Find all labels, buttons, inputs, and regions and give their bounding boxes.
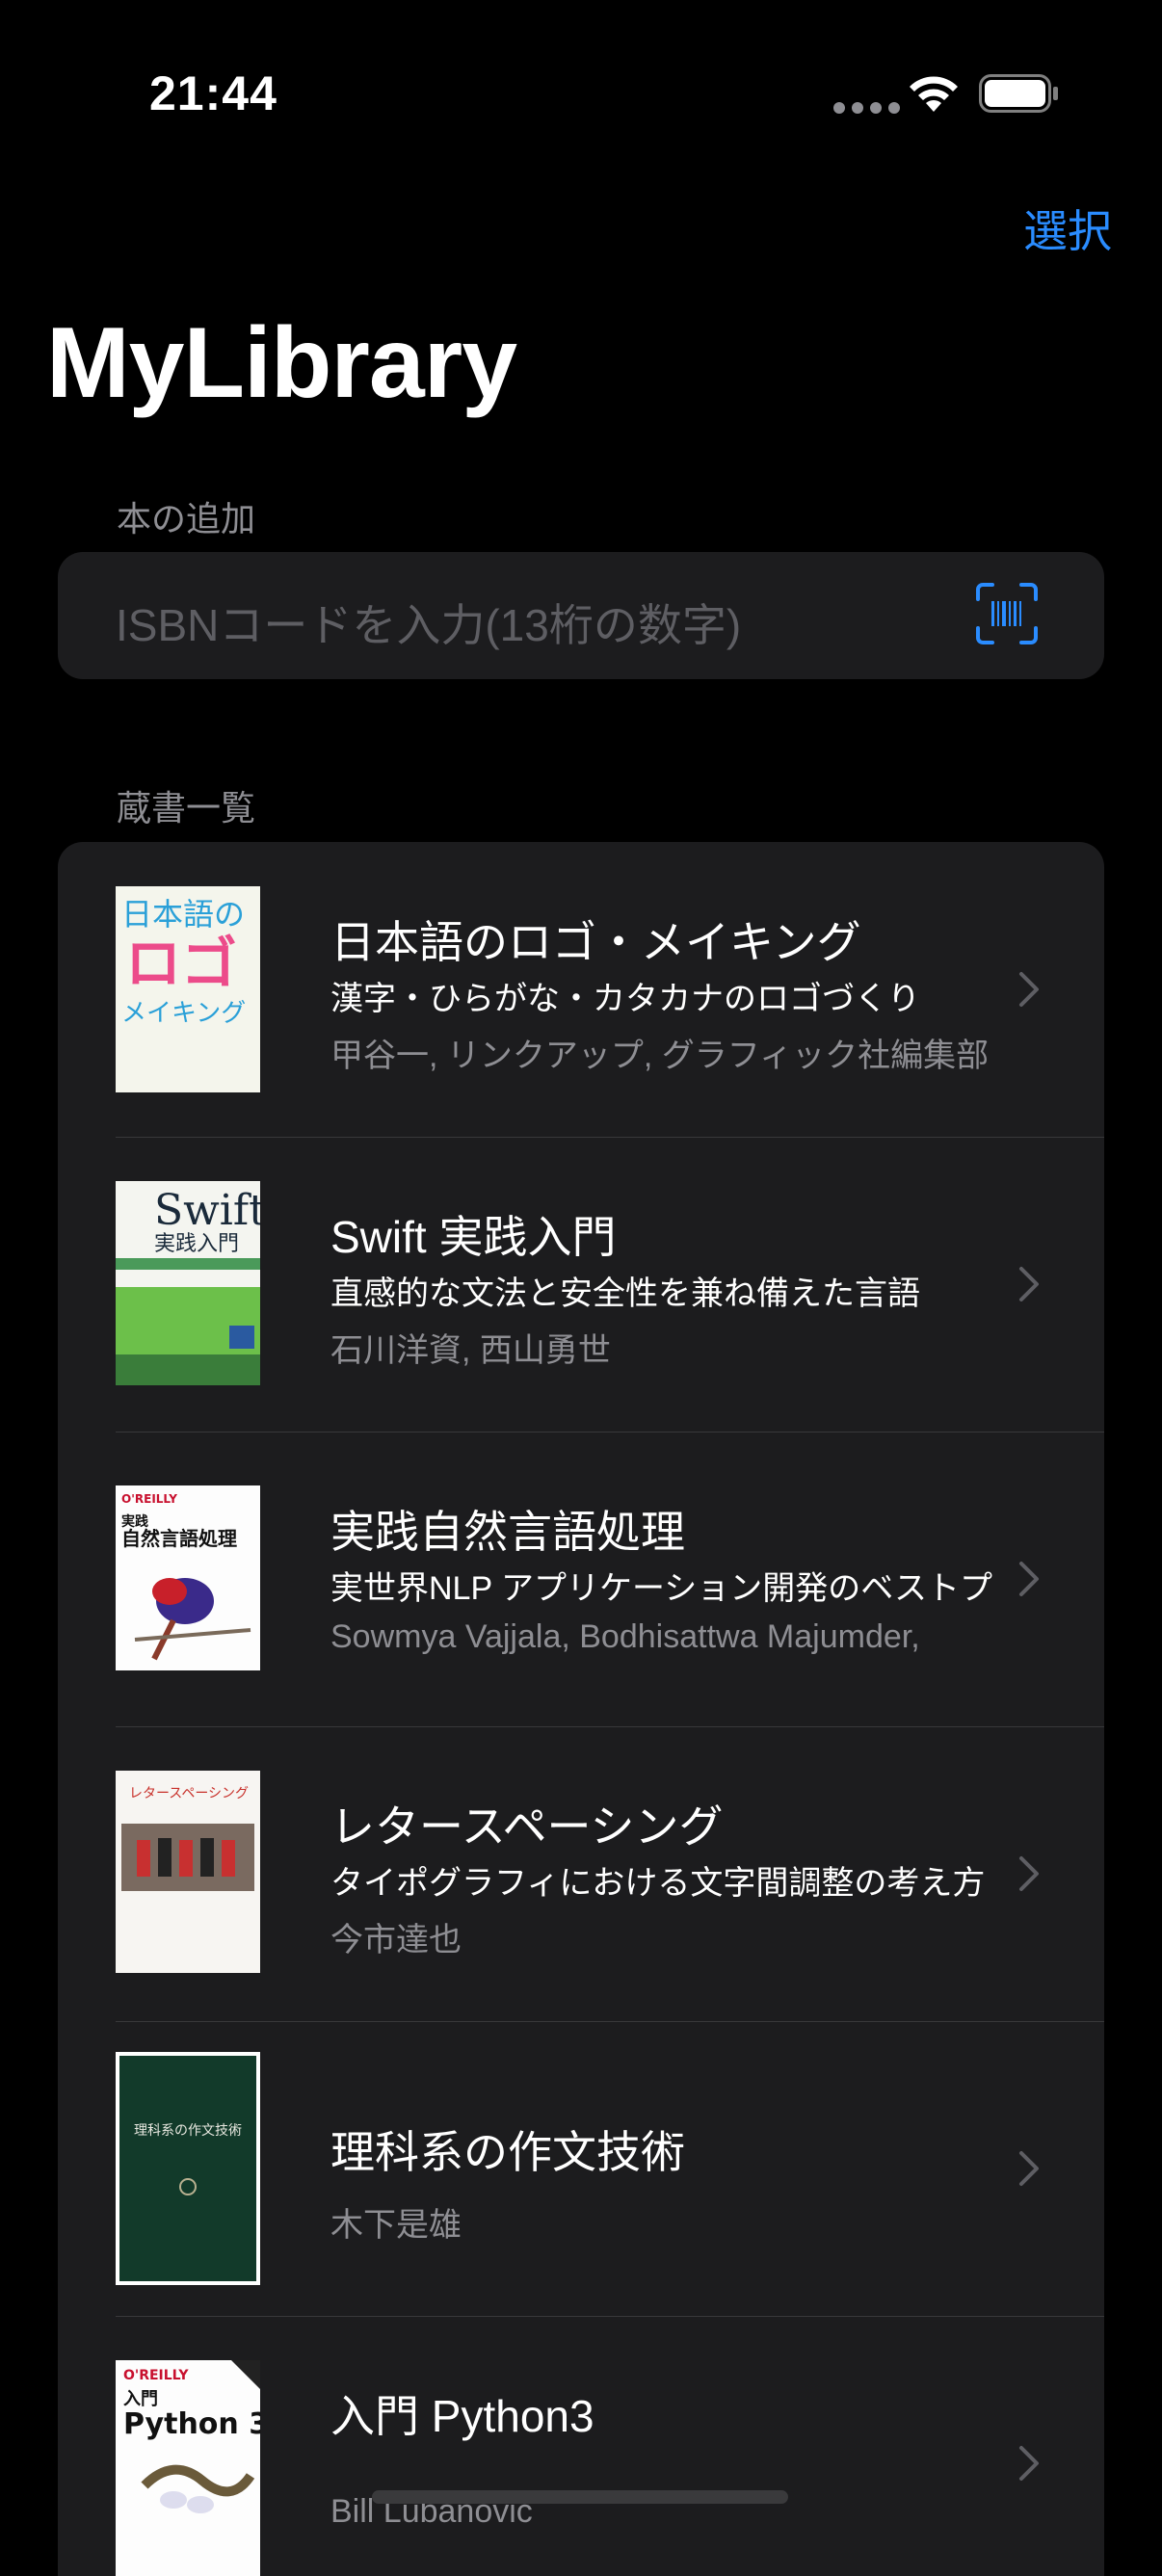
book-cover-art: 日本語の ロゴ メイキング <box>121 896 246 1028</box>
book-cover-art: O'REILLY 入門 Python 3 <box>123 2360 260 2513</box>
book-title: 理科系の作文技術 <box>330 2127 685 2177</box>
chevron-right-icon <box>1019 2446 1039 2481</box>
book-title: Swift 実践入門 <box>330 1212 617 1262</box>
row-divider <box>116 1726 1104 1727</box>
chevron-right-icon <box>1019 1562 1039 1596</box>
book-cover-image: 日本語の ロゴ メイキング <box>116 886 260 1092</box>
status-time: 21:44 <box>149 66 277 120</box>
chevron-right-icon <box>1019 1267 1039 1301</box>
book-subtitle: 直感的な文法と安全性を兼ね備えた言語 <box>330 1275 920 1312</box>
chevron-right-icon <box>1019 1856 1039 1891</box>
row-divider <box>116 2316 1104 2317</box>
svg-text:メイキング: メイキング <box>121 999 246 1028</box>
book-cover-art: O'REILLY 実践 自然言語処理 <box>121 1492 251 1661</box>
svg-text:O'REILLY: O'REILLY <box>123 2368 189 2383</box>
row-divider <box>116 1137 1104 1138</box>
select-button[interactable]: 選択 <box>1023 197 1112 260</box>
book-row[interactable]: O'REILLY 入門 Python 3 入門 Python3 Bill Lub… <box>58 2316 1104 2576</box>
svg-text:O'REILLY: O'REILLY <box>121 1492 177 1506</box>
book-cover-image: レタースペーシング <box>116 1771 260 1973</box>
book-cover-image: Swift 実践入門 <box>116 1181 260 1385</box>
barcode-scan-icon[interactable] <box>975 582 1039 645</box>
book-authors: Sowmya Vajjala, Bodhisattwa Majumder, <box>330 1618 920 1655</box>
cellular-dots-icon <box>833 102 900 114</box>
book-title: 実践自然言語処理 <box>330 1507 685 1557</box>
book-cover-image: O'REILLY 実践 自然言語処理 <box>116 1485 260 1670</box>
book-authors: 今市達也 <box>330 1922 462 1958</box>
chevron-right-icon <box>1019 2151 1039 2186</box>
svg-text:日本語の: 日本語の <box>121 896 245 933</box>
book-row[interactable]: 日本語の ロゴ メイキング 日本語のロゴ・メイキング 漢字・ひらがな・カタカナの… <box>58 842 1104 1137</box>
chevron-right-icon <box>1019 972 1039 1007</box>
svg-text:理科系の作文技術: 理科系の作文技術 <box>134 2123 242 2139</box>
book-subtitle: タイポグラフィにおける文字間調整の考え方 <box>330 1865 986 1902</box>
book-cover-art: Swift 実践入門 <box>116 1186 260 1385</box>
svg-text:レタースペーシング: レタースペーシング <box>129 1786 249 1801</box>
svg-text:Swift: Swift <box>154 1186 260 1235</box>
book-cover-art: レタースペーシング <box>121 1786 254 1891</box>
battery-icon <box>979 74 1058 113</box>
svg-text:Python 3: Python 3 <box>123 2407 260 2441</box>
book-row[interactable]: O'REILLY 実践 自然言語処理 実践自然言語処理 実世界NLP アプリケー… <box>58 1432 1104 1726</box>
isbn-placeholder: ISBNコードを入力(13桁の数字) <box>116 600 742 650</box>
svg-text:ロゴ: ロゴ <box>125 931 237 996</box>
book-subtitle: 漢字・ひらがな・カタカナのロゴづくり <box>330 981 920 1017</box>
add-book-section-header: 本の追加 <box>117 499 256 539</box>
book-list: 日本語の ロゴ メイキング 日本語のロゴ・メイキング 漢字・ひらがな・カタカナの… <box>58 842 1104 2576</box>
book-authors: 石川洋資, 西山勇世 <box>330 1332 611 1369</box>
book-authors: 甲谷一, リンクアップ, グラフィック社編集部 <box>330 1038 990 1074</box>
book-title: 日本語のロゴ・メイキング <box>330 917 861 967</box>
book-title: レタースペーシング <box>330 1801 724 1852</box>
svg-text:自然言語処理: 自然言語処理 <box>121 1527 237 1550</box>
home-indicator[interactable] <box>372 2490 788 2504</box>
book-row[interactable]: レタースペーシング レタースペーシング タイポグラフィにおける文字間調整の考え方… <box>58 1726 1104 2021</box>
book-subtitle: 実世界NLP アプリケーション開発のベストプ <box>330 1570 992 1607</box>
page-title: MyLibrary <box>46 307 517 419</box>
book-row[interactable]: 理科系の作文技術 理科系の作文技術 木下是雄 <box>58 2021 1104 2316</box>
book-title: 入門 Python3 <box>330 2391 594 2441</box>
row-divider <box>116 1432 1104 1433</box>
svg-text:入門: 入門 <box>123 2389 158 2409</box>
book-cover-art: 理科系の作文技術 <box>119 2056 256 2281</box>
status-bar: 21:44 <box>0 0 1162 173</box>
book-cover-image: 理科系の作文技術 <box>116 2052 260 2285</box>
isbn-input[interactable]: ISBNコードを入力(13桁の数字) <box>58 552 1104 679</box>
book-cover-image: O'REILLY 入門 Python 3 <box>116 2360 260 2576</box>
wifi-icon <box>910 76 958 112</box>
book-row[interactable]: Swift 実践入門 Swift 実践入門 直感的な文法と安全性を兼ね備えた言語… <box>58 1137 1104 1432</box>
row-divider <box>116 2021 1104 2022</box>
book-authors: 木下是雄 <box>330 2207 462 2244</box>
library-section-header: 蔵書一覧 <box>117 788 256 828</box>
svg-text:実践入門: 実践入門 <box>154 1232 239 1256</box>
